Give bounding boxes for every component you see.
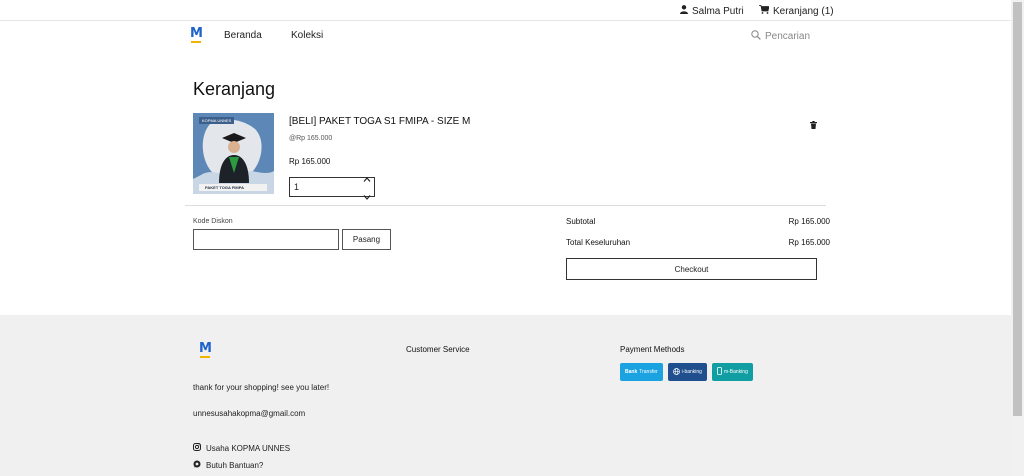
footer-logo[interactable]: M <box>199 341 212 358</box>
payment-badge-bank-transfer: Bank Transfer <box>620 363 663 381</box>
apply-discount-button[interactable]: Pasang <box>342 229 391 250</box>
payment-badge-text: i-banking <box>681 369 702 375</box>
cart-icon <box>759 5 770 17</box>
footer-email[interactable]: unnesusahakopma@gmail.com <box>193 409 305 418</box>
grand-total-label: Total Keseluruhan <box>566 238 631 247</box>
footer: M thank for your shopping! see you later… <box>0 315 1011 476</box>
logo-mark: M <box>190 26 203 41</box>
payment-badge-m-banking: m-Banking <box>711 363 753 381</box>
instagram-icon <box>193 443 201 453</box>
brand-logo[interactable]: M <box>190 26 203 43</box>
discount-code-input[interactable] <box>193 229 339 250</box>
page-scrollbar[interactable] <box>1011 0 1024 476</box>
footer-logo-underline <box>200 356 211 358</box>
cart-label: Keranjang (1) <box>773 5 834 17</box>
top-bar: Salma Putri Keranjang (1) <box>0 0 1011 21</box>
product-image-tag: KOPMA UNNES <box>199 117 235 124</box>
search-box[interactable]: Pencarian <box>751 30 810 43</box>
nav-link-koleksi[interactable]: Koleksi <box>291 30 323 41</box>
user-name: Salma Putri <box>692 5 744 17</box>
discount-code-label: Kode Diskon <box>193 218 233 225</box>
cart-item-unit-price: @Rp 165.000 <box>289 135 333 142</box>
logo-underline <box>191 41 202 43</box>
customer-service-title: Customer Service <box>406 345 470 354</box>
chevron-down-icon[interactable] <box>363 187 371 205</box>
globe-icon <box>672 367 680 377</box>
footer-whatsapp-label: Butuh Bantuan? <box>206 460 264 470</box>
cart-item-price: Rp 165.000 <box>289 157 331 166</box>
payment-badge-bold: Bank <box>625 369 638 375</box>
phone-icon <box>717 367 722 377</box>
payment-badge-text: m-Banking <box>723 369 748 375</box>
search-icon <box>751 30 761 43</box>
payment-methods-list: Bank Transfer i-banking m-Banking <box>620 363 753 381</box>
search-placeholder: Pencarian <box>765 31 811 42</box>
checkout-button[interactable]: Checkout <box>566 258 817 280</box>
product-image-caption: PAKET TOGA FMIPA <box>199 184 267 191</box>
payment-methods-title: Payment Methods <box>620 345 685 354</box>
payment-badge-i-banking: i-banking <box>667 363 707 381</box>
remove-item-button[interactable] <box>810 116 817 134</box>
subtotal-value: Rp 165.000 <box>788 217 830 226</box>
nav-link-beranda[interactable]: Beranda <box>224 30 262 41</box>
cart-item-name[interactable]: [BELI] PAKET TOGA S1 FMIPA - SIZE M <box>289 116 470 127</box>
trash-icon <box>810 116 817 133</box>
footer-instagram-label: Usaha KOPMA UNNES <box>206 443 291 453</box>
user-account-link[interactable]: Salma Putri <box>680 5 744 17</box>
chevron-up-icon[interactable] <box>363 169 371 187</box>
footer-logo-mark: M <box>199 341 212 356</box>
grand-total-value: Rp 165.000 <box>788 238 830 247</box>
user-icon <box>680 5 688 17</box>
navbar: M Beranda Koleksi Pencarian <box>0 22 1011 50</box>
page-title: Keranjang <box>193 79 276 99</box>
product-image[interactable]: KOPMA UNNES PAKET TOGA FMIPA <box>193 113 274 194</box>
whatsapp-icon <box>193 460 201 470</box>
footer-tagline: thank for your shopping! see you later! <box>193 383 330 392</box>
cart-link[interactable]: Keranjang (1) <box>759 5 834 17</box>
quantity-spinner[interactable] <box>361 177 373 200</box>
footer-whatsapp-link[interactable]: Butuh Bantuan? <box>193 460 263 470</box>
footer-instagram-link[interactable]: Usaha KOPMA UNNES <box>193 443 290 453</box>
payment-badge-text: Transfer <box>639 369 658 375</box>
subtotal-label: Subtotal <box>566 217 596 226</box>
section-divider <box>185 205 826 206</box>
scrollbar-thumb[interactable] <box>1013 2 1022 416</box>
